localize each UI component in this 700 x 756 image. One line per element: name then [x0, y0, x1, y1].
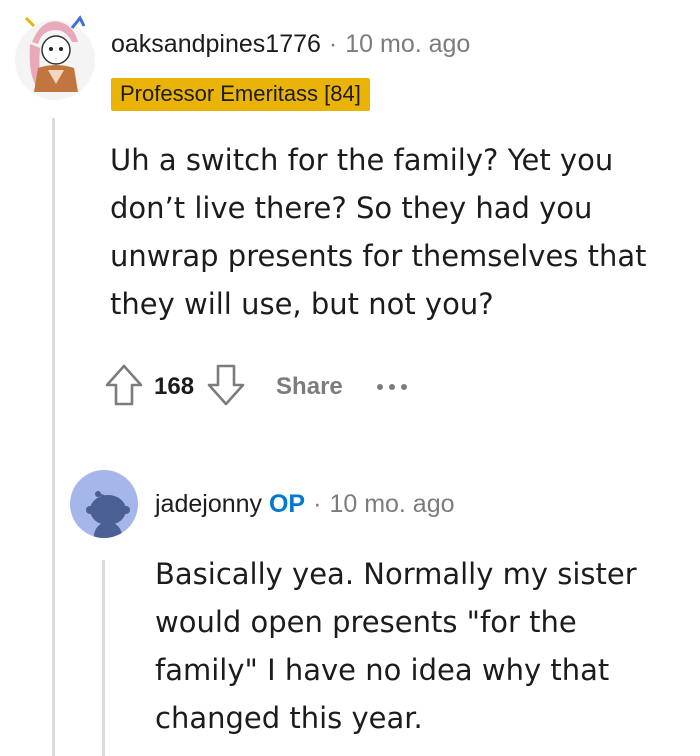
comment-actions: 168 Share: [104, 362, 407, 412]
username-link[interactable]: jadejonny: [155, 490, 262, 518]
timestamp[interactable]: 10 mo. ago: [345, 30, 470, 58]
upvote-icon[interactable]: [104, 363, 144, 412]
comment-meta: oaksandpines1776 · 10 mo. ago: [111, 30, 470, 59]
meta-separator: ·: [313, 490, 322, 518]
op-badge: OP: [268, 490, 306, 518]
downvote-icon[interactable]: [206, 363, 246, 412]
more-options-icon[interactable]: [376, 384, 407, 390]
thread-line-reply[interactable]: [102, 560, 105, 756]
user-flair: Professor Emeritass [84]: [111, 78, 370, 111]
share-button[interactable]: Share: [276, 373, 343, 401]
vote-count: 168: [154, 373, 195, 400]
comment-body: Uh a switch for the family? Yet you don’…: [110, 143, 647, 321]
avatar[interactable]: [70, 470, 138, 538]
meta-separator: ·: [328, 30, 338, 58]
comment-body: Basically yea. Normally my sister would …: [155, 557, 637, 735]
avatar[interactable]: [12, 12, 98, 104]
timestamp[interactable]: 10 mo. ago: [329, 490, 454, 518]
username-link[interactable]: oaksandpines1776: [111, 30, 321, 58]
thread-line-parent[interactable]: [52, 118, 55, 756]
comment-meta: jadejonny OP · 10 mo. ago: [155, 490, 455, 519]
